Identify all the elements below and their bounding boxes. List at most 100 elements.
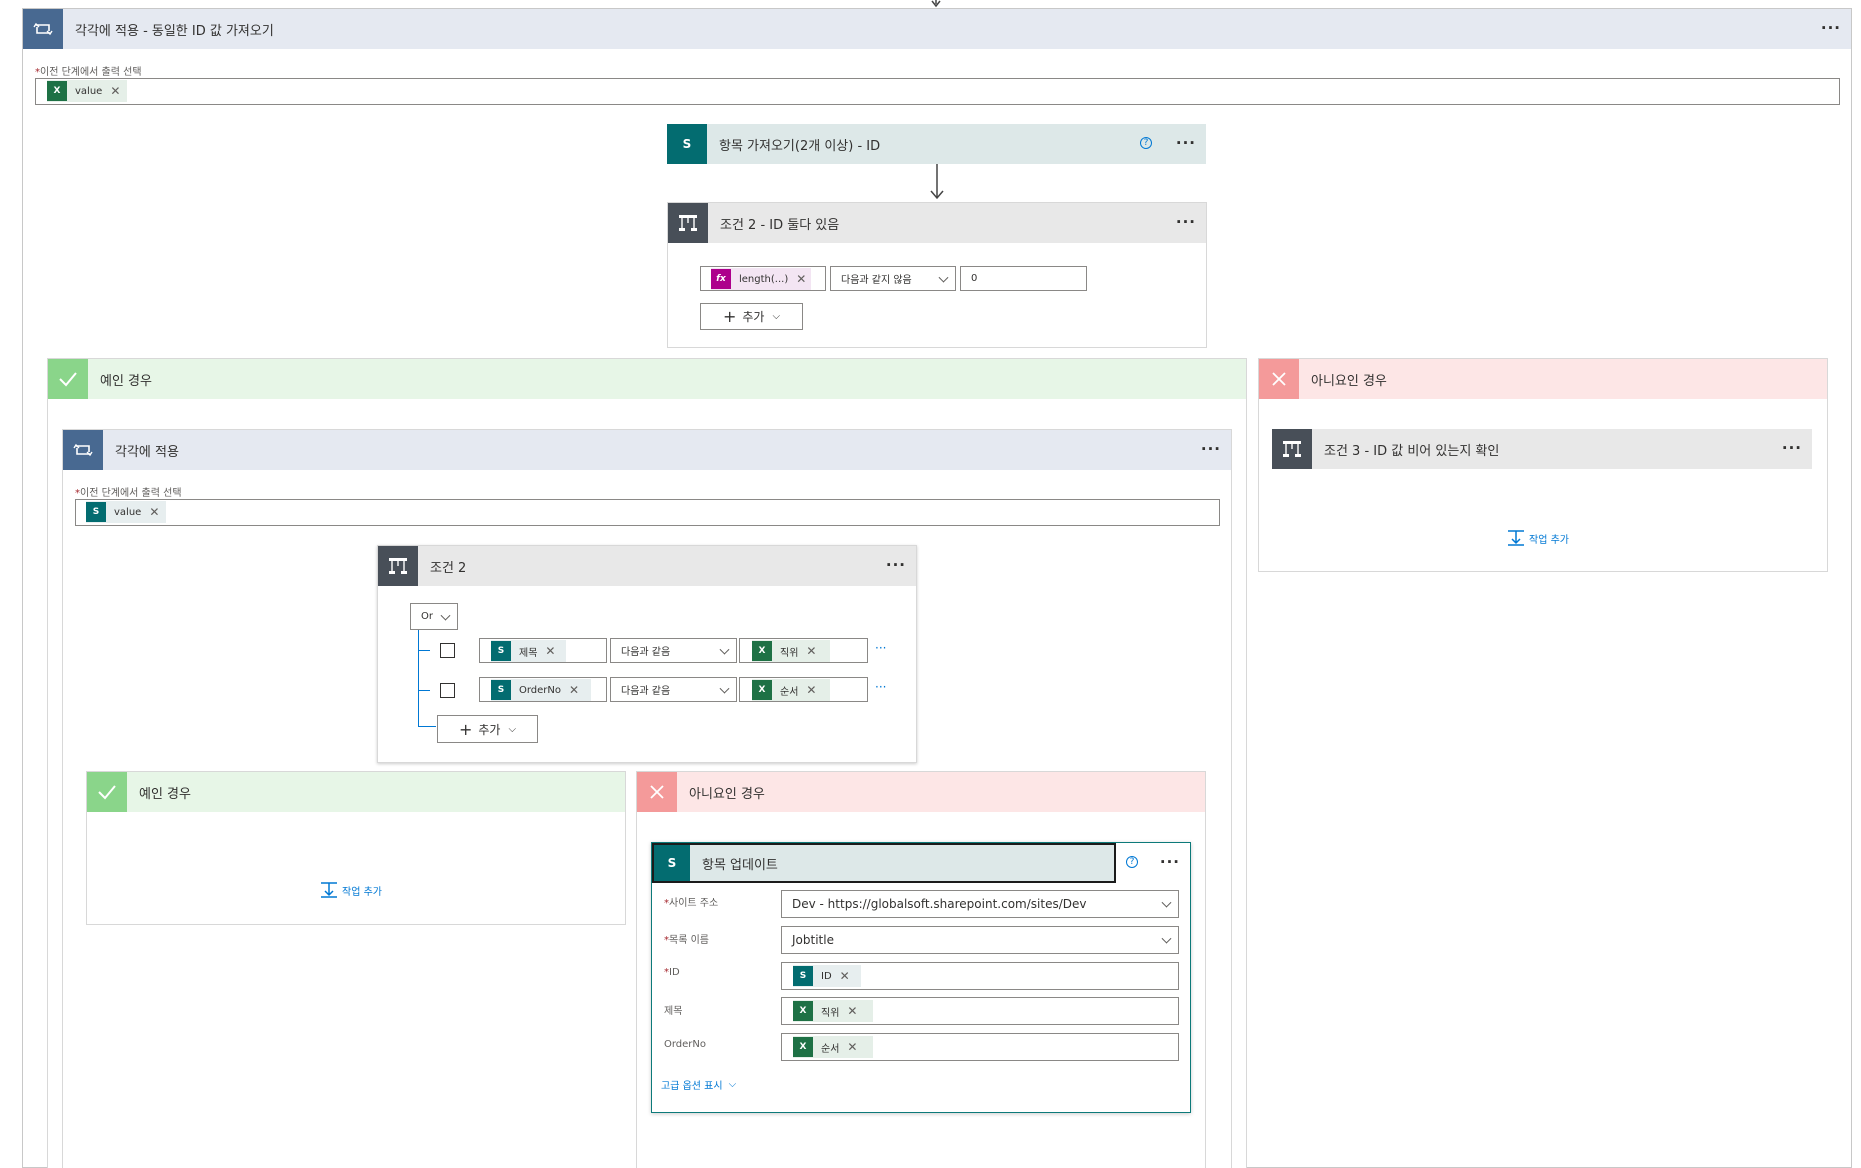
sharepoint-icon: S <box>86 502 106 522</box>
site-value: Dev - https://globalsoft.sharepoint.com/… <box>792 897 1087 911</box>
inner-loop-value-token[interactable]: S value ✕ <box>86 501 166 523</box>
inner-loop-more-button[interactable]: ··· <box>1201 440 1221 458</box>
row-checkbox[interactable] <box>440 683 455 698</box>
token-label: value <box>114 506 142 518</box>
condition-icon <box>378 546 418 586</box>
help-icon[interactable]: ? <box>1140 137 1152 149</box>
add-action-button[interactable]: 작업 추가 <box>1507 529 1569 547</box>
order-token[interactable]: X 순서 ✕ <box>752 679 830 701</box>
inner-yes-branch[interactable]: 예인 경우 <box>86 771 626 925</box>
inner-yes-title: 예인 경우 <box>139 786 191 802</box>
close-icon <box>637 772 677 812</box>
close-icon <box>1259 359 1299 399</box>
operator-value: 다음과 같음 <box>621 686 671 697</box>
operator-value: 다음과 같지 않음 <box>841 275 912 286</box>
condition-3-title: 조건 3 - ID 값 비어 있는지 확인 <box>1324 443 1500 459</box>
group-operator-dropdown[interactable]: Or <box>410 603 458 630</box>
group-op-value: Or <box>421 611 433 622</box>
condition-value-input[interactable]: 0 <box>960 266 1087 291</box>
condition-3-header[interactable]: 조건 3 - ID 값 비어 있는지 확인 <box>1272 429 1812 469</box>
row-checkbox[interactable] <box>440 643 455 658</box>
get-items-header[interactable]: S 항목 가져오기(2개 이상) - ID <box>667 124 1206 164</box>
check-icon <box>87 772 127 812</box>
jobtitle-token[interactable]: X 직위 ✕ <box>793 1000 873 1022</box>
inner-loop-output-field[interactable] <box>75 499 1220 526</box>
orderno-token[interactable]: S OrderNo ✕ <box>491 679 591 701</box>
site-label: *사이트 주소 <box>664 898 719 909</box>
remove-token-icon[interactable]: ✕ <box>149 505 159 519</box>
remove-token-icon[interactable]: ✕ <box>806 683 816 697</box>
add-button[interactable]: + 추가 ⌵ <box>700 303 803 330</box>
get-items-title: 항목 가져오기(2개 이상) - ID <box>719 138 881 154</box>
excel-icon: X <box>47 81 67 101</box>
chevron-down-icon: ⌵ <box>728 1079 737 1090</box>
condition-2-inner-more-button[interactable]: ··· <box>886 556 906 574</box>
jobtitle-token[interactable]: X 직위 ✕ <box>752 640 830 662</box>
condition-2-top-more-button[interactable]: ··· <box>1176 213 1196 231</box>
sharepoint-icon: S <box>654 845 690 881</box>
list-name-dropdown[interactable]: Jobtitle <box>781 926 1179 954</box>
row-operator-dropdown[interactable]: 다음과 같음 <box>610 638 737 663</box>
yes-branch-header[interactable]: 예인 경우 <box>48 359 1246 399</box>
condition-2-inner-header[interactable]: 조건 2 <box>378 546 916 586</box>
remove-token-icon[interactable]: ✕ <box>545 644 555 658</box>
outer-loop-more-button[interactable]: ··· <box>1821 19 1841 37</box>
chevron-down-icon: ⌵ <box>772 311 781 322</box>
token-label: 순서 <box>780 686 799 698</box>
add-button[interactable]: + 추가 ⌵ <box>437 715 538 743</box>
get-items-action[interactable]: S 항목 가져오기(2개 이상) - ID ? ··· <box>667 124 1206 164</box>
outer-loop-title: 각각에 적용 - 동일한 ID 값 가져오기 <box>75 23 274 39</box>
check-icon <box>48 359 88 399</box>
row-more-button[interactable]: ··· <box>875 641 886 655</box>
connector-arrow <box>930 164 944 200</box>
condition-2-top-header[interactable]: 조건 2 - ID 둘다 있음 <box>668 203 1206 243</box>
remove-token-icon[interactable]: ✕ <box>806 644 816 658</box>
id-token[interactable]: S ID ✕ <box>793 965 861 987</box>
loop-icon <box>63 430 103 470</box>
remove-token-icon[interactable]: ✕ <box>847 1004 857 1018</box>
token-label: 직위 <box>780 647 799 659</box>
remove-token-icon[interactable]: ✕ <box>840 969 850 983</box>
outer-loop-output-field[interactable] <box>35 78 1840 105</box>
id-label: *ID <box>664 967 680 978</box>
remove-token-icon[interactable]: ✕ <box>110 84 120 98</box>
inner-no-header[interactable]: 아니요인 경우 <box>637 772 1205 812</box>
token-label: 직위 <box>821 1007 840 1019</box>
no-branch-header[interactable]: 아니요인 경우 <box>1259 359 1827 399</box>
show-advanced-options-link[interactable]: 고급 옵션 표시 ⌵ <box>661 1077 736 1092</box>
update-item-more-button[interactable]: ··· <box>1160 853 1180 871</box>
help-icon[interactable]: ? <box>1126 856 1138 868</box>
excel-icon: X <box>752 641 772 661</box>
operator-value: 다음과 같음 <box>621 647 671 658</box>
update-item-header[interactable]: S 항목 업데이트 <box>652 843 1116 883</box>
row-operator-dropdown[interactable]: 다음과 같음 <box>610 677 737 702</box>
site-address-dropdown[interactable]: Dev - https://globalsoft.sharepoint.com/… <box>781 890 1179 918</box>
row-more-button[interactable]: ··· <box>875 680 886 694</box>
order-token[interactable]: X 순서 ✕ <box>793 1036 873 1058</box>
condition-3-more-button[interactable]: ··· <box>1782 439 1802 457</box>
condition-3[interactable]: 조건 3 - ID 값 비어 있는지 확인 ··· <box>1272 429 1812 469</box>
add-action-button[interactable]: 작업 추가 <box>320 881 382 899</box>
outer-loop-value-token[interactable]: X value ✕ <box>47 80 127 102</box>
yes-branch-title: 예인 경우 <box>100 373 152 389</box>
condition-2-top-title: 조건 2 - ID 둘다 있음 <box>720 217 840 233</box>
title-token[interactable]: S 제목 ✕ <box>491 640 566 662</box>
token-label: 순서 <box>821 1043 840 1055</box>
excel-icon: X <box>793 1001 813 1021</box>
add-action-label: 작업 추가 <box>342 886 382 898</box>
remove-token-icon[interactable]: ✕ <box>847 1040 857 1054</box>
excel-icon: X <box>793 1037 813 1057</box>
get-items-more-button[interactable]: ··· <box>1176 134 1196 152</box>
loop-icon <box>23 9 63 49</box>
inner-loop-header[interactable]: 각각에 적용 <box>63 430 1231 470</box>
remove-token-icon[interactable]: ✕ <box>796 272 806 286</box>
outer-loop-header[interactable]: 각각에 적용 - 동일한 ID 값 가져오기 <box>23 9 1851 49</box>
inner-yes-header[interactable]: 예인 경우 <box>87 772 625 812</box>
remove-token-icon[interactable]: ✕ <box>569 683 579 697</box>
operator-dropdown[interactable]: 다음과 같지 않음 <box>830 266 956 291</box>
length-expression-token[interactable]: fx length(...) ✕ <box>711 268 811 290</box>
add-label: 추가 <box>478 722 501 737</box>
list-label: *목록 이름 <box>664 935 709 946</box>
no-branch-title: 아니요인 경우 <box>1311 373 1387 389</box>
condition-icon <box>1272 429 1312 469</box>
